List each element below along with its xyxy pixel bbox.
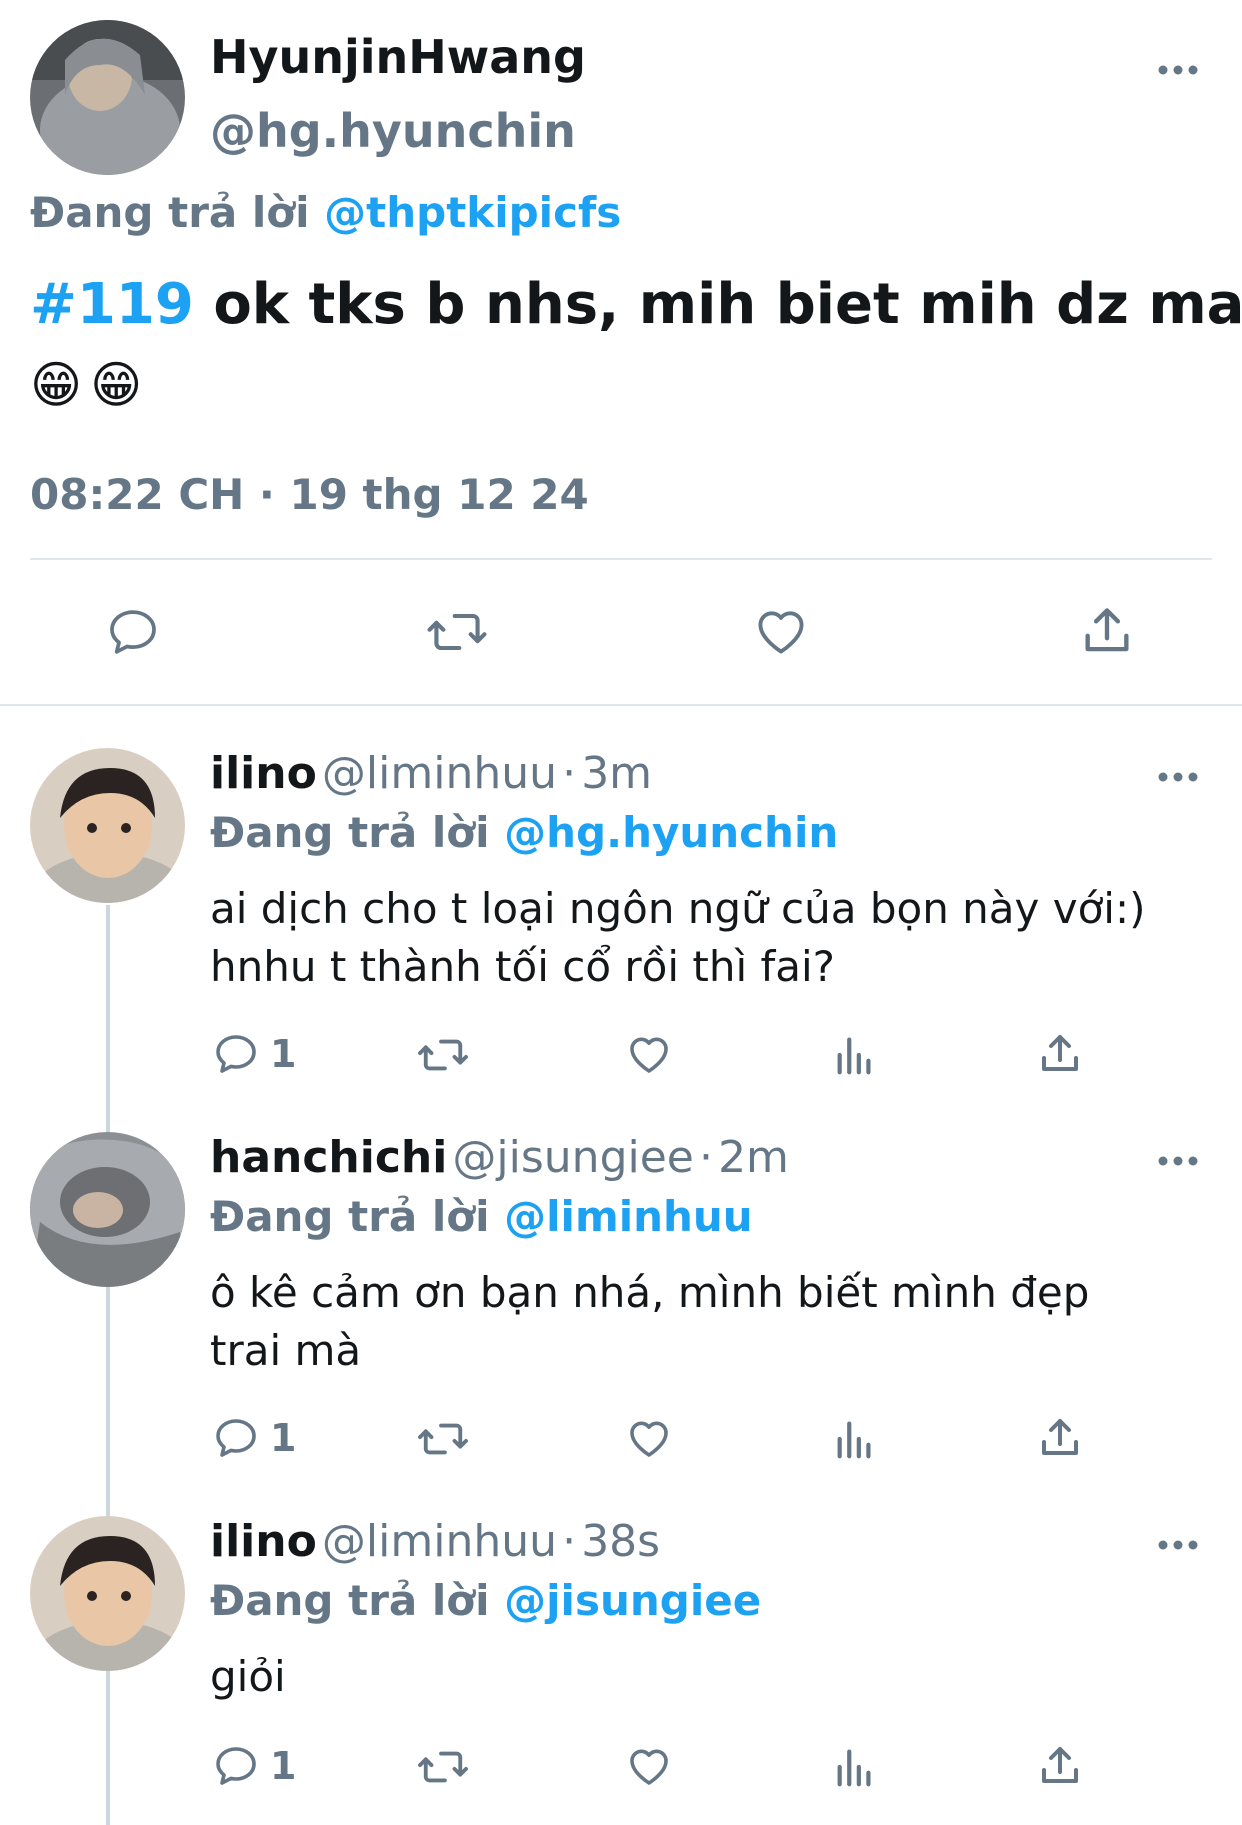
heart-icon <box>630 1421 668 1457</box>
more-icon <box>1158 65 1198 75</box>
replying-label: Đang trả lời <box>210 1576 490 1625</box>
retweet-icon <box>418 1751 468 1783</box>
avatar-image <box>30 1132 185 1287</box>
separator-dot: · <box>562 748 577 799</box>
author-name[interactable]: HyunjinHwang <box>210 30 586 84</box>
retweet-icon <box>418 1423 468 1455</box>
reply-button[interactable] <box>105 604 161 660</box>
reply-avatar[interactable] <box>30 748 185 903</box>
reply-time[interactable]: 2m <box>718 1132 789 1183</box>
reply-header: ilino @liminhuu · 3m <box>210 748 652 799</box>
avatar-image <box>30 1516 185 1671</box>
analytics-icon <box>837 1037 871 1075</box>
reply-button[interactable]: 1 <box>212 1030 296 1078</box>
replying-label: Đang trả lời <box>210 1192 490 1241</box>
separator-dot: · <box>562 1516 577 1567</box>
share-icon <box>1042 1419 1078 1455</box>
heart-icon <box>630 1037 668 1073</box>
analytics-button[interactable] <box>831 1744 879 1790</box>
tweet-body: ok tks b nhs, mih biet mih dz ma <box>213 272 1242 337</box>
share-icon <box>1042 1035 1078 1071</box>
reply-avatar[interactable] <box>30 1132 185 1287</box>
reply-author-name[interactable]: ilino <box>210 748 317 799</box>
reply-text: ô kê cảm ơn bạn nhá, mình biết mình đẹp … <box>210 1268 1090 1375</box>
replying-label: Đang trả lời <box>30 188 310 237</box>
replying-to-line: Đang trả lời @jisungiee <box>210 1576 761 1625</box>
share-button[interactable] <box>1036 1414 1084 1462</box>
more-icon <box>1158 1156 1198 1166</box>
analytics-icon <box>837 1749 871 1787</box>
author-avatar[interactable] <box>30 20 185 175</box>
avatar-image <box>30 20 185 175</box>
share-button[interactable] <box>1036 1030 1084 1078</box>
reply-icon <box>110 610 156 654</box>
retweet-icon <box>418 1039 468 1071</box>
share-icon <box>1085 608 1129 652</box>
more-options-button[interactable] <box>1153 762 1203 792</box>
reply-icon <box>216 1419 256 1457</box>
reply-icon <box>216 1747 256 1785</box>
share-icon <box>1042 1747 1078 1783</box>
avatar-image <box>30 748 185 903</box>
reply-text: giỏi <box>210 1652 286 1701</box>
more-icon <box>1158 1540 1198 1550</box>
reply-count: 1 <box>270 1744 297 1788</box>
section-divider <box>0 704 1242 706</box>
like-button[interactable] <box>625 1414 673 1462</box>
hashtag-link[interactable]: #119 <box>30 272 194 337</box>
replying-to-link[interactable]: @hg.hyunchin <box>504 808 838 857</box>
reply-author-handle[interactable]: @liminhuu <box>322 1516 557 1567</box>
more-options-button[interactable] <box>1153 1530 1203 1560</box>
replying-to-line: Đang trả lời @liminhuu <box>210 1192 753 1241</box>
reply-icon <box>216 1035 256 1073</box>
tweet-emoji: 😁😁 <box>30 356 151 414</box>
reply-author-handle[interactable]: @liminhuu <box>322 748 557 799</box>
share-button[interactable] <box>1036 1742 1084 1790</box>
divider <box>30 558 1212 560</box>
reply-author-name[interactable]: ilino <box>210 1516 317 1567</box>
replying-to-line: Đang trả lời @hg.hyunchin <box>210 808 838 857</box>
tweet-timestamp[interactable]: 08:22 CH · 19 thg 12 24 <box>30 470 589 519</box>
more-options-button[interactable] <box>1153 55 1203 85</box>
retweet-button[interactable] <box>425 604 489 660</box>
author-handle[interactable]: @hg.hyunchin <box>210 104 576 158</box>
reply-header: ilino @liminhuu · 38s <box>210 1516 660 1567</box>
heart-icon <box>758 611 804 654</box>
analytics-icon <box>837 1421 871 1459</box>
reply-count: 1 <box>270 1032 297 1076</box>
retweet-button[interactable] <box>416 1416 470 1462</box>
reply-time[interactable]: 3m <box>581 748 652 799</box>
reply-author-name[interactable]: hanchichi <box>210 1132 447 1183</box>
reply-header: hanchichi @jisungiee · 2m <box>210 1132 789 1183</box>
replying-to-line: Đang trả lời @thptkipicfs <box>30 188 621 237</box>
retweet-button[interactable] <box>416 1032 470 1078</box>
separator-dot: · <box>698 1132 713 1183</box>
analytics-button[interactable] <box>831 1032 879 1078</box>
replying-to-link[interactable]: @jisungiee <box>504 1576 761 1625</box>
heart-icon <box>630 1749 668 1785</box>
retweet-icon <box>427 613 487 651</box>
more-options-button[interactable] <box>1153 1146 1203 1176</box>
retweet-button[interactable] <box>416 1744 470 1790</box>
more-icon <box>1158 772 1198 782</box>
share-button[interactable] <box>1078 602 1136 660</box>
replying-to-link[interactable]: @thptkipicfs <box>324 188 621 237</box>
reply-button[interactable]: 1 <box>212 1414 296 1462</box>
reply-avatar[interactable] <box>30 1516 185 1671</box>
reply-time[interactable]: 38s <box>581 1516 660 1567</box>
like-button[interactable] <box>625 1742 673 1790</box>
reply-author-handle[interactable]: @jisungiee <box>452 1132 693 1183</box>
reply-button[interactable]: 1 <box>212 1742 296 1790</box>
analytics-button[interactable] <box>831 1416 879 1462</box>
replying-to-link[interactable]: @liminhuu <box>504 1192 753 1241</box>
reply-count: 1 <box>270 1416 297 1460</box>
replying-label: Đang trả lời <box>210 808 490 857</box>
reply-text: ai dịch cho t loại ngôn ngữ của bọn này … <box>210 884 1146 991</box>
like-button[interactable] <box>625 1030 673 1078</box>
tweet-text: #119 ok tks b nhs, mih biet mih dz ma <box>30 270 1242 340</box>
thread-line <box>106 905 110 1825</box>
like-button[interactable] <box>752 602 810 660</box>
